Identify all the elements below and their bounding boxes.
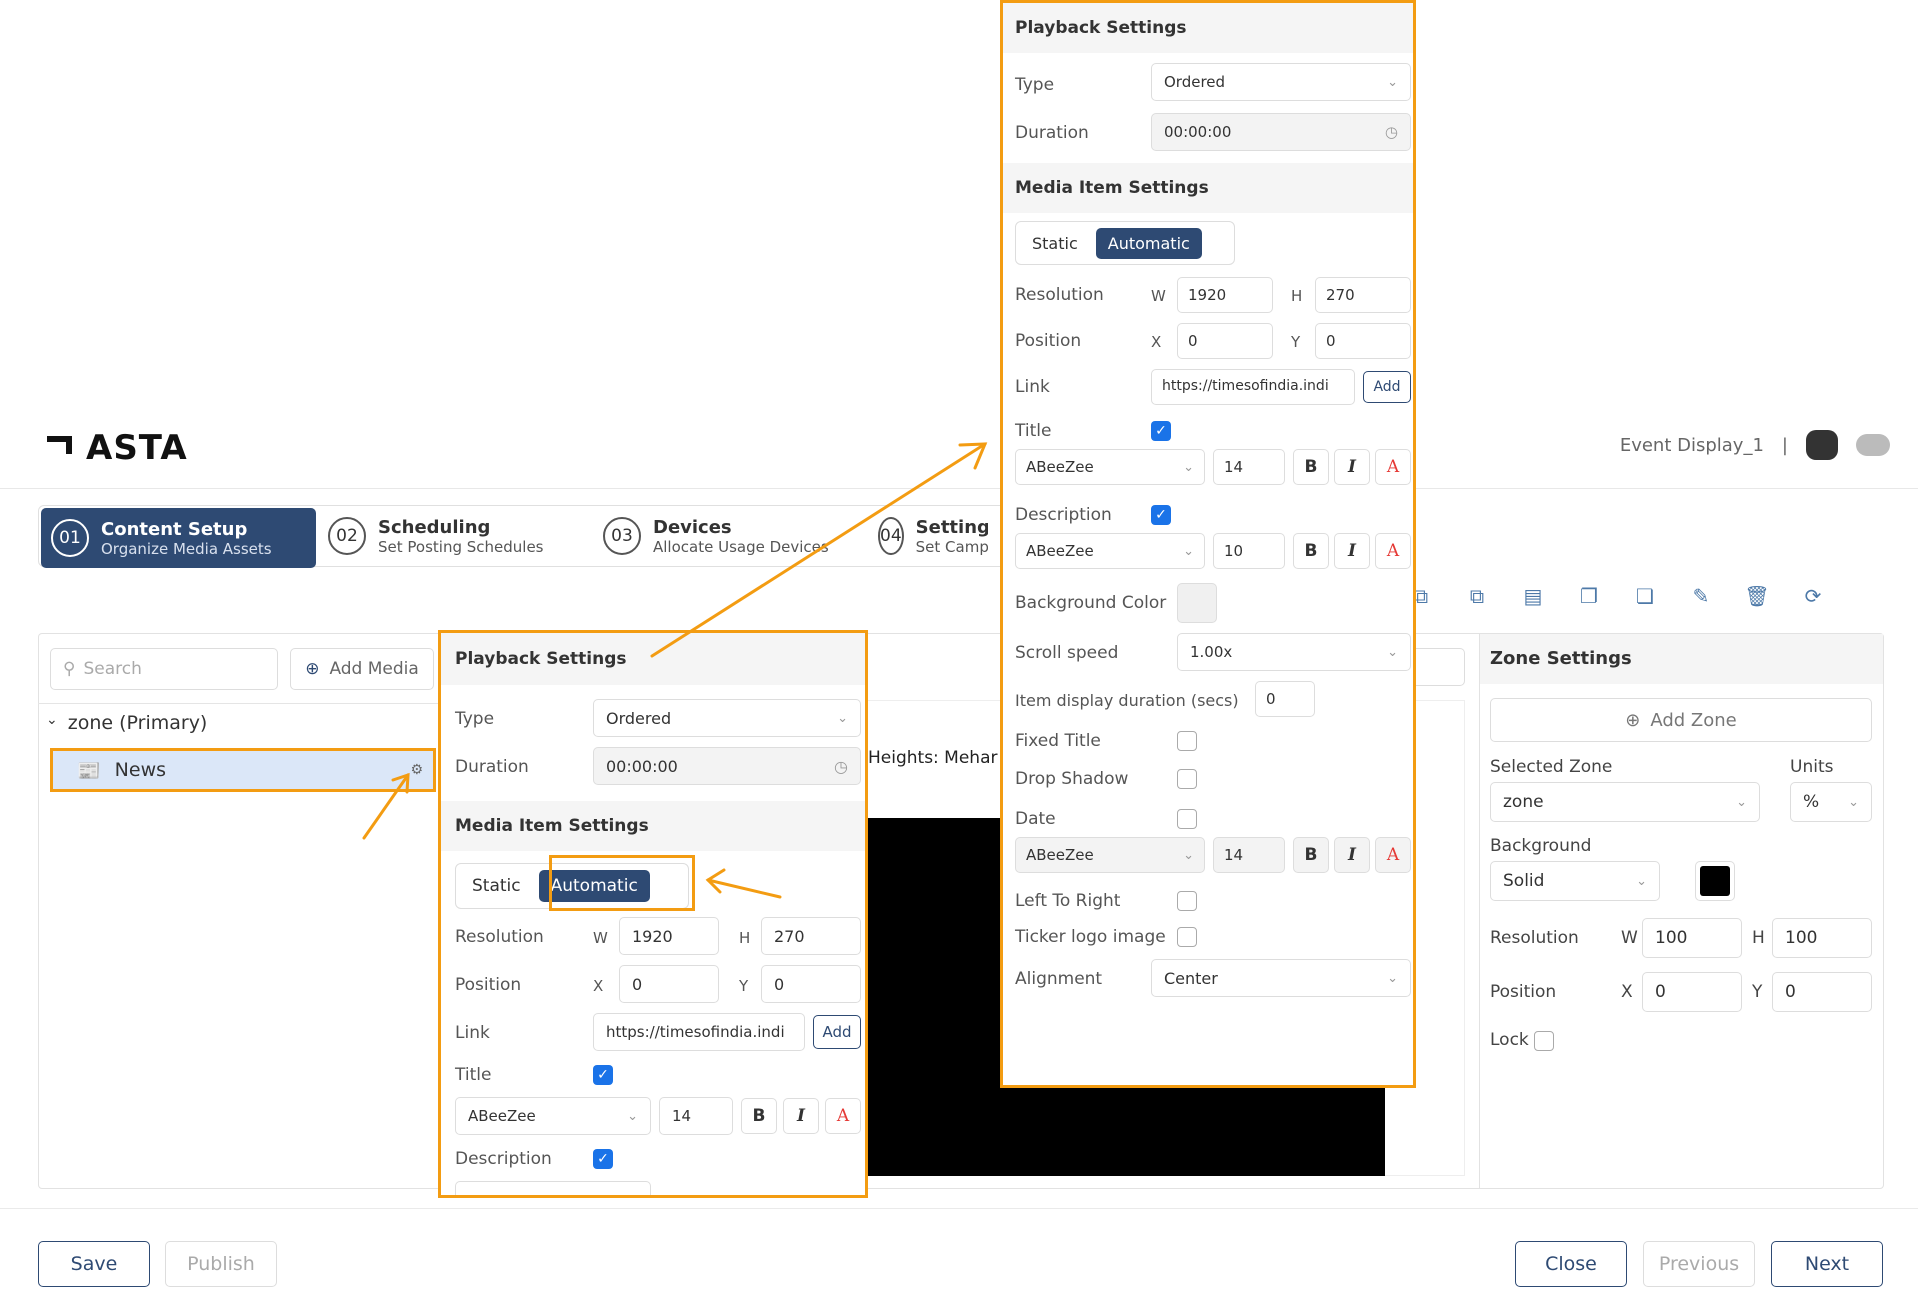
arrow-to-large-panel (650, 442, 987, 658)
arrow-to-automatic (706, 878, 782, 899)
callout-arrows (362, 442, 988, 899)
arrow-to-gear (362, 773, 410, 840)
